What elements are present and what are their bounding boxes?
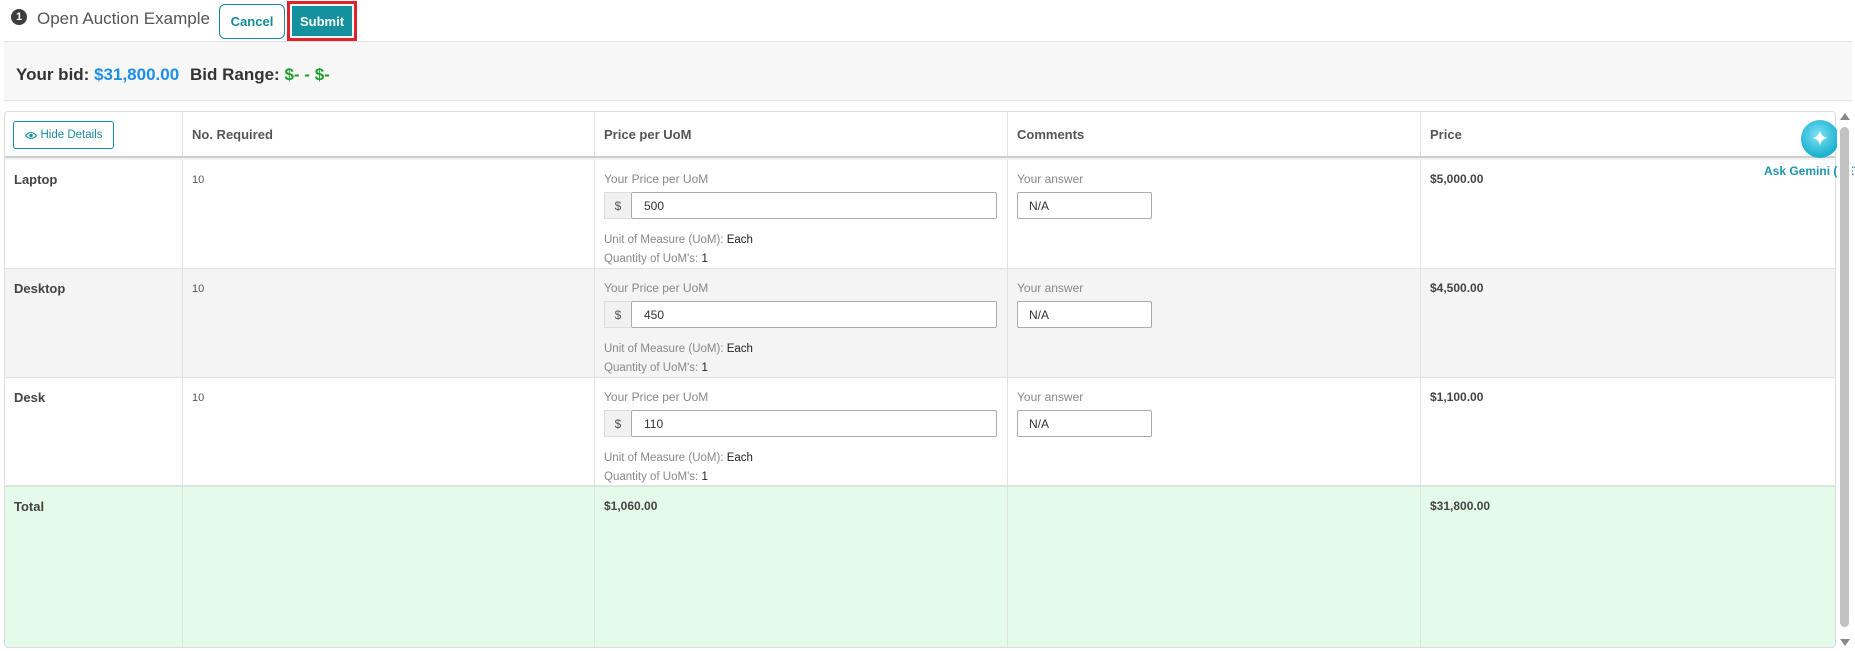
your-bid-value: $31,800.00 xyxy=(94,65,180,84)
total-comments-cell xyxy=(1008,487,1421,647)
column-header-no-required: No. Required xyxy=(183,112,595,156)
uom-label: Unit of Measure (UoM): xyxy=(604,343,724,355)
bid-summary-bar: Your bid: $31,800.00 Bid Range: $- - $- xyxy=(4,41,1852,101)
required-quantity: 10 xyxy=(192,174,205,186)
required-quantity: 10 xyxy=(192,392,205,404)
uom-quantity-label: Quantity of UoM's: xyxy=(604,362,699,374)
uom-value: Each xyxy=(726,343,753,355)
uom-quantity-value: 1 xyxy=(701,253,708,265)
line-price: $1,100.00 xyxy=(1430,390,1484,404)
price-per-uom-field: $ 110 xyxy=(604,410,997,438)
price-per-uom-input[interactable]: 450 xyxy=(631,301,997,328)
item-name: Desktop xyxy=(14,281,66,296)
total-price: $31,800.00 xyxy=(1430,499,1491,513)
scrollbar-thumb[interactable] xyxy=(1840,127,1849,627)
uom-quantity-label: Quantity of UoM's: xyxy=(604,253,699,265)
step-number-badge: 1 xyxy=(11,9,27,25)
column-header-price-per-uom: Price per UoM xyxy=(595,112,1008,156)
comments-cell: Your answer N/A xyxy=(1008,160,1421,268)
price-per-uom-label: Your Price per UoM xyxy=(604,281,709,295)
price-per-uom-field: $ 450 xyxy=(604,301,997,329)
required-quantity: 10 xyxy=(192,283,205,295)
eye-icon xyxy=(24,131,37,139)
total-price-per-uom: $1,060.00 xyxy=(604,499,658,513)
uom-quantity-label: Quantity of UoM's: xyxy=(604,471,699,483)
currency-addon: $ xyxy=(604,301,631,328)
your-bid: Your bid: $31,800.00 xyxy=(16,65,179,85)
hide-details-label: Hide Details xyxy=(40,129,103,141)
table-row: Desktop 10 Your Price per UoM $ 450 Unit… xyxy=(5,269,1835,378)
comments-cell: Your answer N/A xyxy=(1008,269,1421,377)
page-title: Open Auction Example xyxy=(37,9,210,28)
item-name: Desk xyxy=(14,390,46,405)
price-per-uom-label: Your Price per UoM xyxy=(604,172,709,186)
bid-range: Bid Range: $- - $- xyxy=(190,65,330,85)
column-header-comments: Comments xyxy=(1008,112,1421,156)
price-per-uom-field: $ 500 xyxy=(604,192,997,220)
price-per-uom-cell: Your Price per UoM $ 500 Unit of Measure… xyxy=(595,160,1008,268)
price-cell: $4,500.00 xyxy=(1421,269,1835,377)
uom-details: Unit of Measure (UoM): Each Quantity of … xyxy=(604,340,753,378)
currency-addon: $ xyxy=(604,192,631,219)
submit-highlight-frame: Submit xyxy=(287,1,357,41)
total-required-cell xyxy=(183,487,595,647)
table-header-row: Hide Details No. Required Price per UoM … xyxy=(5,112,1835,158)
price-per-uom-input[interactable]: 110 xyxy=(631,410,997,437)
uom-label: Unit of Measure (UoM): xyxy=(604,234,724,246)
total-price-cell: $31,800.00 xyxy=(1421,487,1835,647)
bid-range-label: Bid Range: xyxy=(190,65,280,84)
total-price-per-uom-cell: $1,060.00 xyxy=(595,487,1008,647)
required-cell: 10 xyxy=(183,378,595,485)
scroll-down-arrow-icon[interactable] xyxy=(1840,639,1850,646)
required-cell: 10 xyxy=(183,269,595,377)
uom-label: Unit of Measure (UoM): xyxy=(604,452,724,464)
total-label: Total xyxy=(14,499,45,514)
comment-label: Your answer xyxy=(1017,281,1084,295)
sparkle-icon[interactable]: ✦ xyxy=(1801,120,1839,158)
comment-input[interactable]: N/A xyxy=(1017,410,1152,437)
bid-items-table: Hide Details No. Required Price per UoM … xyxy=(4,111,1836,648)
your-bid-label: Your bid: xyxy=(16,65,90,84)
price-per-uom-cell: Your Price per UoM $ 450 Unit of Measure… xyxy=(595,269,1008,377)
item-name: Laptop xyxy=(14,172,58,187)
bid-range-value: $- - $- xyxy=(284,65,330,84)
comment-input[interactable]: N/A xyxy=(1017,301,1152,328)
uom-details: Unit of Measure (UoM): Each Quantity of … xyxy=(604,449,753,487)
table-row: Desk 10 Your Price per UoM $ 110 Unit of… xyxy=(5,378,1835,486)
comment-input[interactable]: N/A xyxy=(1017,192,1152,219)
total-label-cell: Total xyxy=(5,487,183,647)
uom-details: Unit of Measure (UoM): Each Quantity of … xyxy=(604,231,753,269)
price-cell: $1,100.00 xyxy=(1421,378,1835,485)
uom-quantity-value: 1 xyxy=(701,362,708,374)
comment-label: Your answer xyxy=(1017,172,1084,186)
required-cell: 10 xyxy=(183,160,595,268)
uom-quantity-value: 1 xyxy=(701,471,708,483)
total-row: Total $1,060.00 $31,800.00 xyxy=(5,486,1835,647)
line-price: $4,500.00 xyxy=(1430,281,1484,295)
column-header-price: Price xyxy=(1430,127,1462,142)
price-per-uom-label: Your Price per UoM xyxy=(604,390,709,404)
uom-value: Each xyxy=(726,452,753,464)
vertical-scrollbar[interactable] xyxy=(1837,111,1852,648)
uom-value: Each xyxy=(726,234,753,246)
item-name-cell: Desktop xyxy=(5,269,183,377)
header-cell-actions: Hide Details xyxy=(5,112,183,156)
top-bar: 1 Open Auction Example Cancel Submit xyxy=(0,0,1855,41)
hide-details-button[interactable]: Hide Details xyxy=(13,121,114,149)
comment-label: Your answer xyxy=(1017,390,1084,404)
scroll-up-arrow-icon[interactable] xyxy=(1840,113,1850,120)
item-name-cell: Desk xyxy=(5,378,183,485)
currency-addon: $ xyxy=(604,410,631,437)
item-name-cell: Laptop xyxy=(5,160,183,268)
price-per-uom-input[interactable]: 500 xyxy=(631,192,997,219)
line-price: $5,000.00 xyxy=(1430,172,1484,186)
price-per-uom-cell: Your Price per UoM $ 110 Unit of Measure… xyxy=(595,378,1008,485)
cancel-button[interactable]: Cancel xyxy=(219,4,285,39)
comments-cell: Your answer N/A xyxy=(1008,378,1421,485)
submit-button[interactable]: Submit xyxy=(292,6,352,36)
table-row: Laptop 10 Your Price per UoM $ 500 Unit … xyxy=(5,160,1835,269)
